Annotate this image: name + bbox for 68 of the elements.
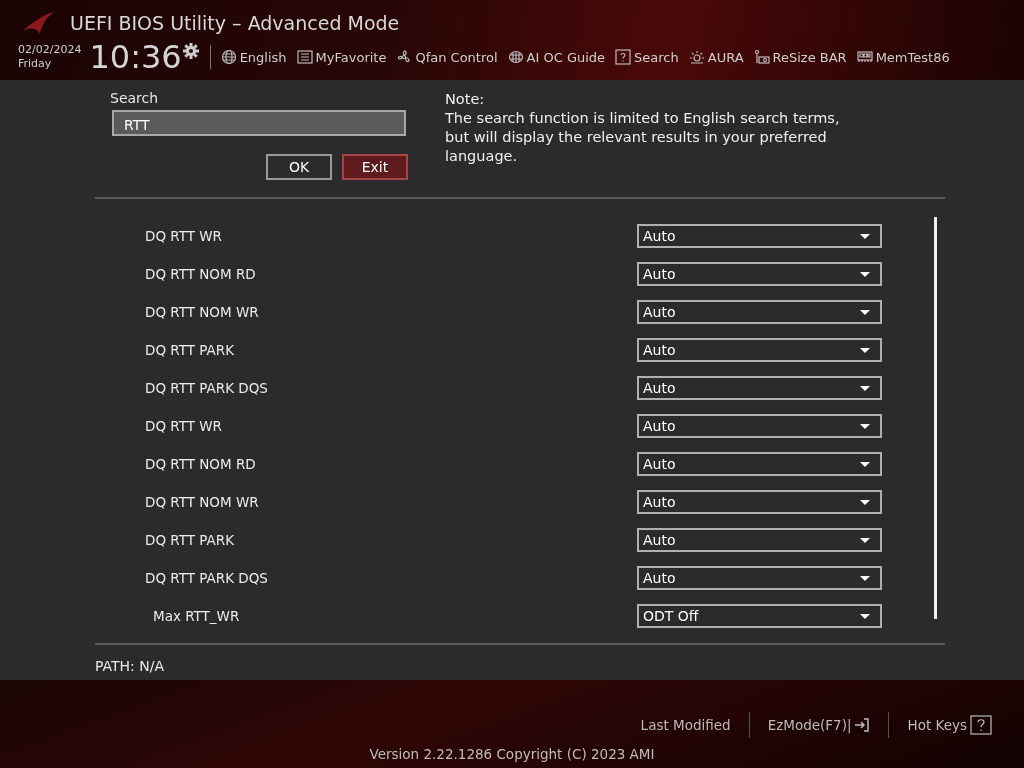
setting-label: DQ RTT PARK DQS [145,570,268,586]
setting-dropdown[interactable]: Auto [637,262,882,286]
caret-icon [860,575,870,581]
setting-dropdown[interactable]: Auto [637,300,882,324]
caret-icon [860,613,870,619]
footer-link[interactable]: Hot Keys [889,715,1010,735]
setting-dropdown[interactable]: Auto [637,414,882,438]
footer-link[interactable]: EzMode(F7)| [749,717,889,733]
version-text: Version 2.22.1286 Copyright (C) 2023 AMI [369,746,655,762]
setting-label: DQ RTT PARK [145,342,234,358]
setting-dropdown[interactable]: Auto [637,376,882,400]
list-icon [296,49,313,65]
caret-icon [860,233,870,239]
setting-dropdown[interactable]: Auto [637,452,882,476]
chip-icon [507,49,524,65]
clock-text: 10:36 [89,40,182,74]
setting-dropdown[interactable]: Auto [637,490,882,514]
ok-button[interactable]: OK [266,154,332,180]
day-text: Friday [18,57,53,71]
toolbar-button[interactable]: MyFavorite [296,49,387,65]
path-text: PATH: N/A [95,657,166,674]
setting-dropdown[interactable]: Auto [637,338,882,362]
toolbar-button[interactable]: Qfan Control [396,49,498,65]
setting-label: DQ RTT NOM WR [145,494,259,510]
caret-icon [860,347,870,353]
toolbar-button[interactable]: ReSize BAR [753,49,847,65]
caret-icon [860,537,870,543]
caret-icon [860,271,870,277]
caret-icon [860,499,870,505]
fan-icon [396,49,413,65]
setting-label: DQ RTT WR [145,418,222,434]
setting-dropdown[interactable]: Auto [637,528,882,552]
setting-label: DQ RTT PARK [145,532,234,548]
caret-icon [860,423,870,429]
toolbar-button[interactable]: MemTest86 [856,49,950,65]
search-field[interactable]: RTT [112,110,406,136]
question-mark-icon [615,49,632,65]
light-icon [688,49,705,65]
setting-label: Max RTT_WR [153,608,240,624]
footer-link[interactable]: Last Modified [622,717,749,733]
window-title: UEFI BIOS Utility – Advanced Mode [70,12,400,34]
setting-dropdown[interactable]: Auto [637,224,882,248]
toolbar-button[interactable]: AI OC Guide [507,49,606,65]
setting-label: DQ RTT WR [145,228,222,244]
caret-icon [860,309,870,315]
setting-dropdown[interactable]: ODT Off [637,604,882,628]
question-mark-icon [970,715,992,735]
setting-label: DQ RTT NOM WR [145,304,259,320]
note-title: Note: [445,90,486,109]
exit-arrow-icon [854,717,871,733]
graphics-card-icon [753,49,770,65]
toolbar-button[interactable]: AURA [688,49,744,65]
settings-icon[interactable] [181,42,200,60]
setting-label: DQ RTT NOM RD [145,266,256,282]
toolbar-button[interactable]: English [220,49,287,65]
globe-icon [220,49,237,65]
memory-icon [856,49,873,65]
note-text: The search function is limited to English search terms, but will display the relevant results in your preferred language. [445,109,841,166]
caret-icon [860,461,870,467]
caret-icon [860,385,870,391]
date-text: 02/02/2024 [18,43,82,57]
setting-dropdown[interactable]: Auto [637,566,882,590]
exit-button[interactable]: Exit [342,154,408,180]
setting-label: DQ RTT NOM RD [145,456,256,472]
scrollbar[interactable] [934,217,937,619]
toolbar-button[interactable]: Search [615,49,679,65]
setting-label: DQ RTT PARK DQS [145,380,268,396]
search-label: Search [110,90,160,106]
